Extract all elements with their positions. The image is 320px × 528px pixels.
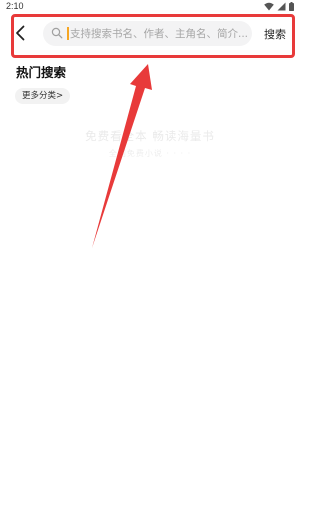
battery-icon <box>289 2 294 11</box>
status-time: 2:10 <box>6 1 24 11</box>
back-arrow-icon <box>16 25 25 41</box>
search-icon <box>51 27 63 39</box>
hot-search-title: 热门搜索 <box>16 65 67 80</box>
wifi-icon <box>264 2 274 11</box>
watermark-subtitle: 全网免费小说 · · · · <box>108 149 192 158</box>
more-categories-button[interactable]: 更多分类> <box>15 88 71 104</box>
text-cursor <box>67 27 69 40</box>
search-header: 搜索 <box>0 16 300 50</box>
watermark-slogan: 免费看全本 畅读海量书 <box>85 129 215 143</box>
search-button[interactable]: 搜索 <box>264 26 286 42</box>
back-button[interactable] <box>10 20 30 46</box>
signal-icon <box>277 2 286 11</box>
status-icons <box>264 2 294 11</box>
status-bar: 2:10 <box>0 0 300 14</box>
search-input[interactable] <box>70 21 248 46</box>
search-box[interactable] <box>43 21 252 46</box>
